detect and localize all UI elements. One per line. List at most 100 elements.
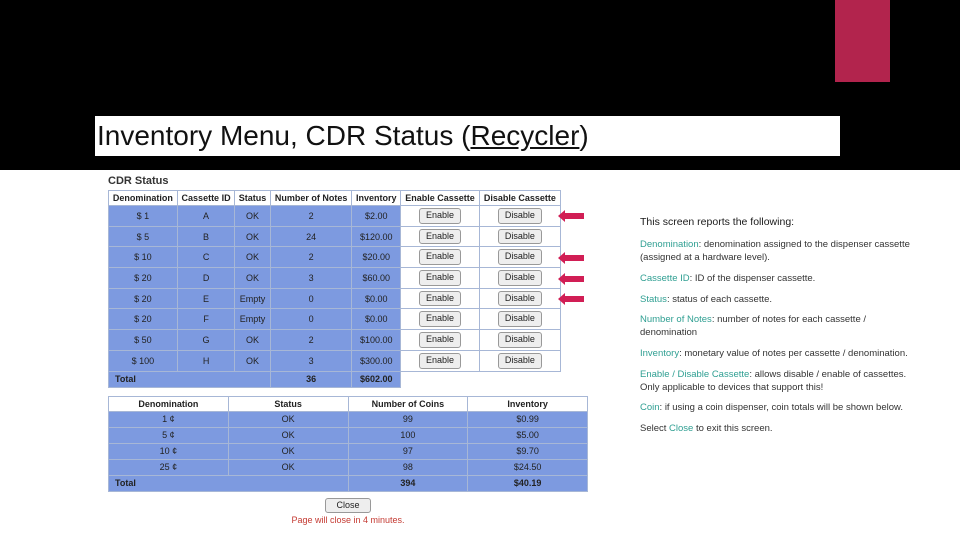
desc-text: : if using a coin dispenser, coin totals… [660,402,903,413]
coins-table: Denomination Status Number of Coins Inve… [108,396,588,492]
desc-term: Enable / Disable Cassette [640,369,749,380]
cell-denom: 5 ¢ [109,427,229,443]
disable-button[interactable]: Disable [498,208,542,224]
coins-row: 10 ¢OK97$9.70 [109,443,588,459]
coins-col-denom: Denomination [109,396,229,411]
enable-button[interactable]: Enable [419,311,461,327]
desc-term: Cassette ID [640,273,690,284]
cell-status: OK [228,411,348,427]
cell-status: OK [235,330,270,351]
col-num-notes: Number of Notes [270,191,352,206]
cell-cid: D [177,268,235,289]
cell-num: 3 [270,268,352,289]
notes-total-label: Total [109,371,271,387]
panel-title: CDR Status [108,175,588,187]
description-column: This screen reports the following: Denom… [640,215,920,444]
cell-inv: $5.00 [468,427,588,443]
coins-row: 5 ¢OK100$5.00 [109,427,588,443]
cell-status: OK [235,206,270,227]
cell-denom: $ 20 [109,288,178,309]
enable-button[interactable]: Enable [419,353,461,369]
desc-text: : ID of the dispenser cassette. [690,273,816,284]
cell-cid: B [177,226,235,247]
cell-denom: $ 5 [109,226,178,247]
disable-button[interactable]: Disable [498,249,542,265]
cell-denom: $ 10 [109,247,178,268]
disable-button[interactable]: Disable [498,353,542,369]
coins-row: 1 ¢OK99$0.99 [109,411,588,427]
cell-inv: $0.00 [352,288,401,309]
auto-close-note: Page will close in 4 minutes. [108,515,588,525]
enable-button[interactable]: Enable [419,249,461,265]
coins-col-inv: Inventory [468,396,588,411]
cell-denom: 25 ¢ [109,459,229,475]
cell-num: 2 [270,247,352,268]
cell-num: 2 [270,330,352,351]
accent-tab [835,0,890,82]
col-enable: Enable Cassette [401,191,480,206]
coins-col-num: Number of Coins [348,396,468,411]
desc-item: Status: status of each cassette. [640,294,920,307]
cell-inv: $0.99 [468,411,588,427]
enable-button[interactable]: Enable [419,270,461,286]
cell-status: Empty [235,288,270,309]
disable-button[interactable]: Disable [498,311,542,327]
enable-button[interactable]: Enable [419,229,461,245]
title-post: ) [579,120,588,151]
cell-denom: $ 1 [109,206,178,227]
cell-num: 0 [270,309,352,330]
desc-text: : status of each cassette. [667,294,772,305]
cell-num: 2 [270,206,352,227]
desc-item: Enable / Disable Cassette: allows disabl… [640,369,920,395]
cell-denom: 1 ¢ [109,411,229,427]
desc-item: Inventory: monetary value of notes per c… [640,348,920,361]
cell-cid: F [177,309,235,330]
arrow-left-icon [564,296,584,302]
cell-denom: $ 20 [109,268,178,289]
disable-button[interactable]: Disable [498,332,542,348]
cell-inv: $9.70 [468,443,588,459]
cdr-status-panel: CDR Status Denomination Cassette ID Stat… [108,175,588,525]
close-button[interactable]: Close [325,498,370,514]
notes-total-num: 36 [270,371,352,387]
notes-row: $ 10COK2$20.00EnableDisable [109,247,588,268]
cell-status: OK [235,247,270,268]
arrow-left-icon [564,213,584,219]
notes-row: $ 5BOK24$120.00EnableDisable [109,226,588,247]
cell-denom: 10 ¢ [109,443,229,459]
cell-denom: $ 20 [109,309,178,330]
desc-term: Inventory [640,348,679,359]
desc-intro: This screen reports the following: [640,215,920,229]
notes-total-row: Total 36 $602.00 [109,371,588,387]
cell-status: OK [235,226,270,247]
term-close: Close [669,423,693,434]
enable-button[interactable]: Enable [419,208,461,224]
notes-row: $ 1AOK2$2.00EnableDisable [109,206,588,227]
cell-inv: $20.00 [352,247,401,268]
disable-button[interactable]: Disable [498,291,542,307]
desc-item: Number of Notes: number of notes for eac… [640,314,920,340]
cell-denom: $ 50 [109,330,178,351]
cell-cid: G [177,330,235,351]
slide-title: Inventory Menu, CDR Status (Recycler) [95,116,840,156]
cell-status: OK [235,350,270,371]
enable-button[interactable]: Enable [419,332,461,348]
arrow-left-icon [564,255,584,261]
cell-num: 3 [270,350,352,371]
cell-status: OK [235,268,270,289]
disable-button[interactable]: Disable [498,229,542,245]
cell-inv: $300.00 [352,350,401,371]
cell-inv: $24.50 [468,459,588,475]
desc-term: Denomination [640,239,699,250]
disable-button[interactable]: Disable [498,270,542,286]
desc-item: Coin: if using a coin dispenser, coin to… [640,402,920,415]
cell-status: OK [228,443,348,459]
enable-button[interactable]: Enable [419,291,461,307]
notes-row: $ 20FEmpty0$0.00EnableDisable [109,309,588,330]
col-disable: Disable Cassette [479,191,560,206]
coins-total-inv: $40.19 [468,475,588,491]
cell-num: 99 [348,411,468,427]
coins-total-label: Total [109,475,349,491]
cell-inv: $100.00 [352,330,401,351]
desc-item: Cassette ID: ID of the dispenser cassett… [640,273,920,286]
